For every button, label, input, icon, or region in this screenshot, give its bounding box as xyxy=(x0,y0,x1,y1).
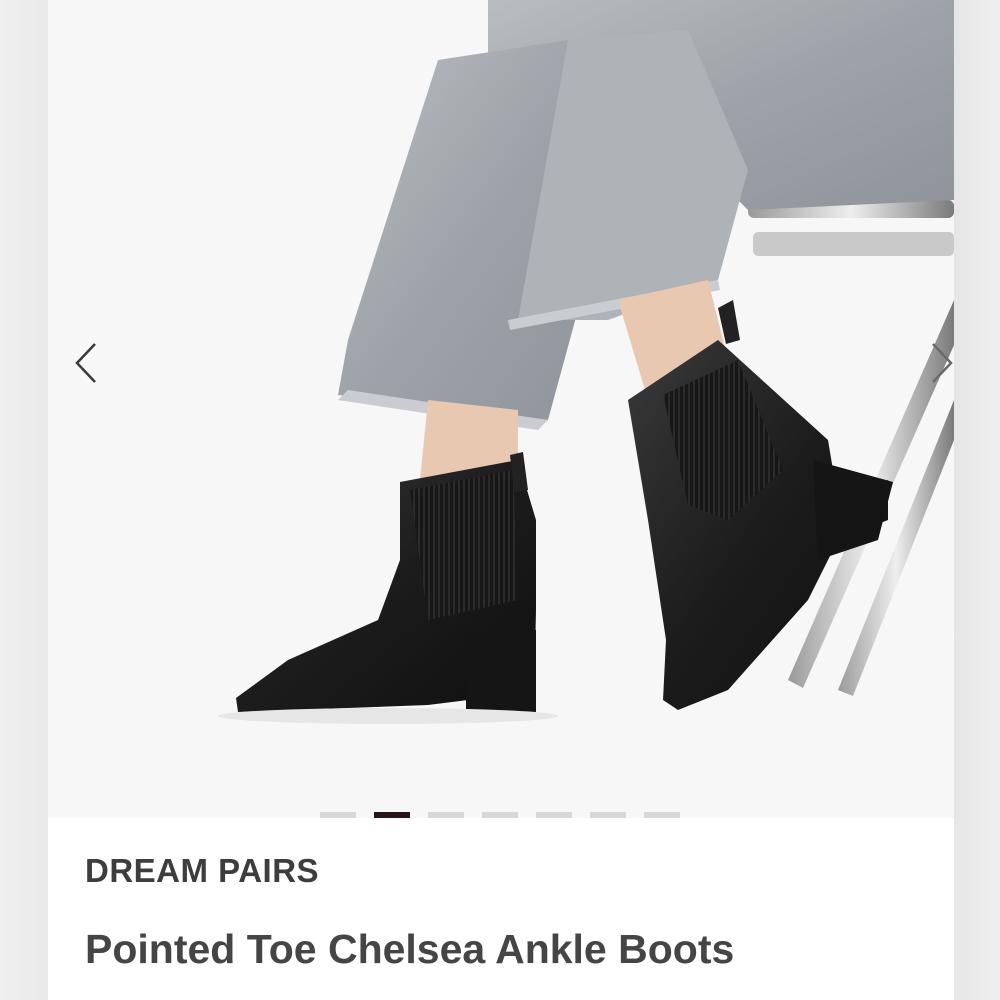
previous-image-button[interactable] xyxy=(56,330,116,400)
product-info: DREAM PAIRS Pointed Toe Chelsea Ankle Bo… xyxy=(48,818,954,1000)
chevron-right-icon xyxy=(927,340,954,391)
product-title: Pointed Toe Chelsea Ankle Boots xyxy=(85,926,735,972)
left-edge xyxy=(0,0,48,1000)
brand-name[interactable]: DREAM PAIRS xyxy=(85,852,319,890)
product-image xyxy=(218,0,954,724)
chevron-left-icon xyxy=(71,340,101,391)
right-edge xyxy=(954,0,1000,1000)
product-image-gallery[interactable] xyxy=(48,0,954,818)
next-image-button[interactable] xyxy=(912,330,954,400)
